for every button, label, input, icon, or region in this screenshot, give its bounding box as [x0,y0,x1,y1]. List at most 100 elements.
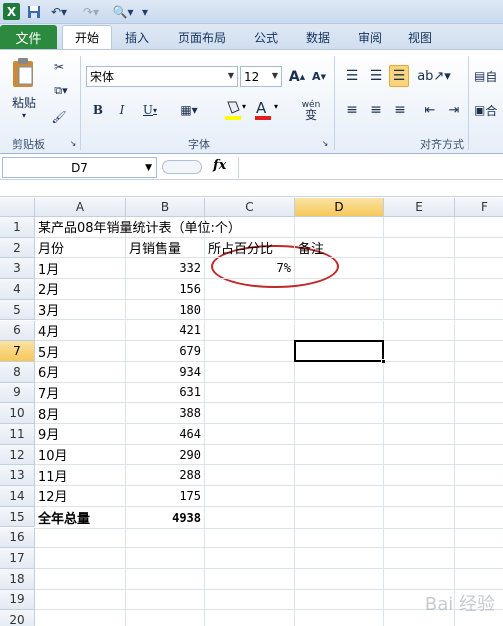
paste-icon[interactable] [8,56,38,90]
cell-f1[interactable] [455,217,503,238]
cell-c20[interactable] [205,610,295,626]
font-color-icon[interactable]: A ▾ [252,98,282,122]
cell-c17[interactable] [205,548,295,569]
cell-c12[interactable] [205,444,295,466]
tab-home[interactable]: 开始 [62,25,112,49]
cell-c11[interactable] [205,424,295,445]
cell-f4[interactable] [455,279,503,300]
cell-a19[interactable] [35,589,126,611]
font-launcher-icon[interactable]: ↘ [320,138,330,148]
merge-center-button[interactable]: ▣ 合 [474,100,503,120]
grow-font-icon[interactable]: A ▲ [288,66,306,87]
align-top-icon[interactable]: ☰ [342,66,362,86]
cell-c7[interactable] [205,341,295,362]
cell-d2[interactable]: 备注 [295,237,384,259]
cell-d13[interactable] [295,465,384,487]
cell-e6[interactable] [384,320,455,342]
row-header-10[interactable]: 10 [0,403,35,424]
cell-f6[interactable] [455,321,503,342]
cell-b10[interactable]: 388 [126,403,205,424]
row-header-12[interactable]: 12 [0,444,35,466]
cell-b18[interactable] [126,568,205,590]
cell-a10[interactable]: 8月 [35,403,126,424]
cell-b2[interactable]: 月销售量 [126,237,205,259]
cell-a4[interactable]: 2月 [35,279,126,300]
cell-a11[interactable]: 9月 [35,424,126,445]
cell-f16[interactable] [455,528,503,549]
cell-a14[interactable]: 12月 [35,486,126,507]
cell-e4[interactable] [384,279,455,300]
column-header-f[interactable]: F [455,198,503,217]
font-name-select[interactable]: 宋体 ▼ [86,66,238,87]
cut-icon[interactable]: ✂ [50,58,68,76]
cell-c5[interactable] [205,299,295,321]
align-bottom-icon[interactable]: ☰ [389,65,409,87]
cell-e7[interactable] [384,341,455,362]
insert-function-icon[interactable]: fx [213,158,226,173]
row-header-19[interactable]: 19 [0,589,35,611]
cell-c8[interactable] [205,361,295,383]
cell-c9[interactable] [205,382,295,404]
cell-d17[interactable] [295,548,384,569]
cell-e10[interactable] [384,403,455,424]
cell-c3[interactable]: 7% [205,258,295,280]
cell-d14[interactable] [295,486,384,507]
tab-insert[interactable]: 插入 [115,25,159,49]
cell-c6[interactable] [205,320,295,342]
decrease-indent-icon[interactable]: ⇤ [420,100,440,120]
cell-f9[interactable] [455,383,503,404]
cell-d1[interactable] [295,217,384,238]
cell-b19[interactable] [126,589,205,611]
cell-a3[interactable]: 1月 [35,258,126,280]
cell-b9[interactable]: 631 [126,382,205,404]
cell-d8[interactable] [295,361,384,383]
row-header-9[interactable]: 9 [0,382,35,404]
cell-f7[interactable] [455,341,503,362]
cell-b20[interactable] [126,610,205,626]
column-header-a[interactable]: A [35,198,126,217]
cell-f17[interactable] [455,548,503,569]
align-center-icon[interactable]: ≡ [366,100,386,120]
save-icon[interactable] [26,3,42,21]
row-header-15[interactable]: 15 [0,506,35,528]
tab-page-layout[interactable]: 页面布局 [170,25,234,49]
cell-c10[interactable] [205,403,295,424]
redo-icon[interactable]: ↷▾ [80,3,102,21]
cell-f18[interactable] [455,569,503,590]
cell-e2[interactable] [384,237,455,259]
cell-b6[interactable]: 421 [126,320,205,342]
cell-a1[interactable]: 某产品08年销量统计表（单位:个） [35,217,241,238]
cell-b4[interactable]: 156 [126,279,205,300]
cell-b11[interactable]: 464 [126,424,205,445]
cell-f2[interactable] [455,238,503,259]
cell-d9[interactable] [295,382,384,404]
cell-b7[interactable]: 679 [126,341,205,362]
cell-f8[interactable] [455,362,503,383]
column-header-b[interactable]: B [126,198,205,217]
cell-b12[interactable]: 290 [126,444,205,466]
cell-c14[interactable] [205,486,295,507]
cell-c18[interactable] [205,568,295,590]
cell-b3[interactable]: 332 [126,258,205,280]
cell-a5[interactable]: 3月 [35,299,126,321]
cell-d5[interactable] [295,299,384,321]
copy-icon[interactable]: ⧉▾ [48,82,74,100]
cell-a7[interactable]: 5月 [35,341,126,362]
cell-e12[interactable] [384,444,455,466]
cell-e16[interactable] [384,527,455,549]
tab-formulas[interactable]: 公式 [244,25,288,49]
formula-bar-resize-handle[interactable] [162,160,202,174]
cell-d6[interactable] [295,320,384,342]
cell-a9[interactable]: 7月 [35,382,126,404]
align-left-icon[interactable]: ≡ [342,100,362,120]
formula-input[interactable] [238,157,503,178]
worksheet-grid[interactable]: A B C D E F 1 某产品08年销量统计表（单位:个） 2 月份 月销售量 所占百分比 备注 3 1… [0,198,503,626]
cell-b17[interactable] [126,548,205,569]
cell-c16[interactable] [205,527,295,549]
italic-button[interactable]: I [112,100,132,120]
align-right-icon[interactable]: ≡ [390,100,410,120]
cell-a18[interactable] [35,568,126,590]
customize-qat-icon[interactable]: ▾ [140,3,150,21]
borders-icon[interactable]: ▦▾ [174,100,204,120]
cell-b14[interactable]: 175 [126,486,205,507]
